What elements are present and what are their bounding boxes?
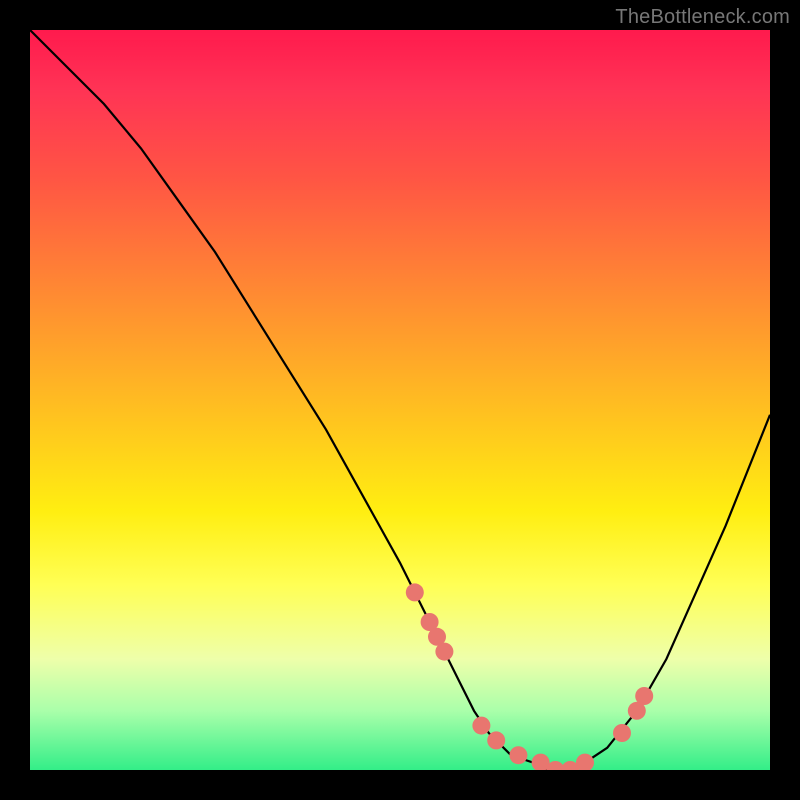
chart-container: TheBottleneck.com [0, 0, 800, 800]
data-point [613, 724, 631, 742]
data-point [635, 687, 653, 705]
data-point [435, 643, 453, 661]
plot-area [30, 30, 770, 770]
attribution-text: TheBottleneck.com [615, 6, 790, 29]
data-point [406, 583, 424, 601]
chart-svg [30, 30, 770, 770]
data-markers [406, 583, 653, 770]
bottleneck-curve [30, 30, 770, 770]
data-point [576, 754, 594, 770]
data-point [509, 746, 527, 764]
data-point [472, 717, 490, 735]
data-point [487, 731, 505, 749]
